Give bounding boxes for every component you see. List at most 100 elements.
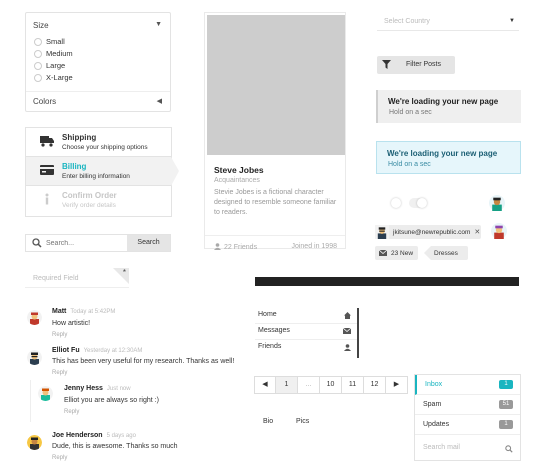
info-icon [45, 193, 49, 205]
comment-author[interactable]: Jenny Hess Just now [64, 385, 131, 392]
message-subtitle: Hold on a sec [389, 109, 432, 116]
comment-author[interactable]: Matt Today at 5:42PM [52, 308, 115, 315]
comment-time: Just now [106, 386, 131, 392]
filter-accordion: Size ▼ Small Medium Large X-Large Colors… [25, 12, 171, 112]
menu-item-home[interactable]: Home [255, 308, 359, 324]
mail-icon [343, 328, 351, 334]
home-icon [344, 312, 351, 319]
avatar [489, 195, 505, 211]
radio-icon [34, 49, 42, 58]
tag-label[interactable]: Dresses [424, 246, 468, 260]
search-bar: Search [25, 234, 171, 252]
pagination-page[interactable]: 10 [320, 376, 342, 394]
comment-time: Today at 5:42PM [70, 309, 116, 315]
comment-text: Dude, this is awesome. Thanks so much [52, 443, 178, 450]
email-label[interactable]: jkitsune@newrepublic.com ✕ [375, 225, 481, 239]
step-title: Billing [62, 162, 87, 171]
reply-link[interactable]: Reply [52, 455, 67, 461]
friends-link[interactable]: 22 Friends [214, 243, 257, 251]
mailbox-item-spam[interactable]: Spam 51 [415, 395, 520, 415]
toggle-switch[interactable] [391, 198, 409, 208]
menu-item-friends[interactable]: Friends [255, 340, 359, 356]
profile-card[interactable]: Steve Jobes Acquaintances Stevie Jobes i… [204, 12, 346, 251]
step-title: Shipping [62, 133, 97, 142]
country-select-placeholder: Select Country [384, 18, 430, 25]
pagination-page[interactable]: 11 [342, 376, 364, 394]
tab-bio[interactable]: Bio [263, 418, 273, 425]
profile-meta: Acquaintances [214, 177, 260, 184]
user-icon [214, 243, 221, 250]
profile-image-placeholder [207, 15, 345, 155]
comment-text: How artistic! [52, 320, 91, 327]
joined-date: Joined in 1998 [291, 243, 337, 250]
reply-link[interactable]: Reply [52, 332, 67, 338]
menu-scroll-indicator [357, 308, 359, 358]
reply-link[interactable]: Reply [64, 409, 79, 415]
step-subtitle: Enter billing information [62, 173, 130, 180]
card-footer-divider [205, 235, 345, 236]
size-option-label: Small [46, 37, 65, 46]
mail-icon [379, 250, 387, 256]
toggle-switch[interactable] [409, 198, 427, 208]
radio-icon [34, 37, 42, 46]
comment-author[interactable]: Elliot Fu Yesterday at 12:30AM [52, 347, 142, 354]
avatar [38, 386, 53, 401]
reply-link[interactable]: Reply [52, 370, 67, 376]
pagination-page[interactable]: 1 [276, 376, 298, 394]
size-option-large[interactable]: Large [34, 61, 65, 70]
pagination-prev[interactable]: ◀ [254, 376, 276, 394]
new-count-text: 23 New [391, 249, 414, 257]
message-subtitle: Hold on a sec [388, 161, 431, 168]
mailbox-item-updates[interactable]: Updates 1 [415, 415, 520, 435]
progress-fill [255, 277, 519, 286]
step-shipping[interactable]: Shipping Choose your shipping options [26, 128, 171, 157]
menu-item-messages[interactable]: Messages [255, 324, 359, 340]
radio-icon [34, 73, 42, 82]
radio-icon [34, 61, 42, 70]
step-title: Confirm Order [62, 191, 117, 200]
step-confirm-order: Confirm Order Verify order details [26, 186, 171, 215]
mailbox-item-inbox[interactable]: Inbox 1 [415, 375, 520, 395]
close-icon[interactable]: ✕ [474, 228, 480, 236]
menu-item-label: Friends [258, 343, 282, 350]
step-billing[interactable]: Billing Enter billing information [26, 157, 179, 186]
size-option-medium[interactable]: Medium [34, 49, 73, 58]
tag-text: Dresses [434, 249, 458, 257]
count-badge: 1 [499, 380, 513, 389]
progress-bar [255, 277, 519, 286]
step-subtitle: Choose your shipping options [62, 144, 148, 151]
pagination-next[interactable]: ▶ [386, 376, 408, 394]
size-option-label: Large [46, 61, 66, 70]
tab-pics[interactable]: Pics [296, 418, 309, 425]
comment-author[interactable]: Joe Henderson 5 days ago [52, 432, 136, 439]
colors-section-header[interactable]: Colors ◀ [33, 97, 162, 106]
size-option-xlarge[interactable]: X-Large [34, 73, 73, 82]
search-input[interactable] [46, 235, 128, 251]
required-field[interactable]: Required Field * [25, 268, 129, 288]
message-title: We're loading your new page [388, 97, 499, 106]
pagination-page[interactable]: 12 [364, 376, 386, 394]
mailbox-menu: Inbox 1 Spam 51 Updates 1 Search mail [414, 374, 521, 461]
size-option-small[interactable]: Small [34, 37, 65, 46]
profile-name[interactable]: Steve Jobes [214, 165, 264, 175]
search-mail-input[interactable]: Search mail [423, 444, 460, 451]
comment-time: Yesterday at 12:30AM [83, 348, 143, 354]
profile-description: Stevie Jobes is a fictional character de… [214, 189, 337, 216]
new-count-label[interactable]: 23 New [375, 246, 418, 260]
email-text: jkitsune@newrepublic.com [393, 228, 471, 236]
loading-message: We're loading your new page Hold on a se… [376, 90, 521, 123]
comment-time: 5 days ago [106, 433, 136, 439]
filter-posts-label: Filter Posts [406, 61, 442, 68]
credit-card-icon [40, 165, 54, 175]
chevron-left-icon: ◀ [156, 98, 162, 105]
search-button[interactable]: Search [127, 235, 170, 251]
search-icon [32, 238, 42, 248]
filter-posts-button[interactable]: Filter Posts [377, 56, 455, 74]
comment-text: This has been very useful for my researc… [52, 358, 235, 365]
comment-text: Elliot you are always so right :) [64, 397, 159, 404]
loading-message-info: We're loading your new page Hold on a se… [376, 141, 521, 174]
chevron-down-icon: ▼ [509, 18, 515, 24]
chevron-down-icon: ▼ [155, 21, 162, 28]
size-section-header[interactable]: Size ▼ [33, 21, 162, 30]
country-select[interactable]: Select Country ▼ [377, 13, 519, 31]
